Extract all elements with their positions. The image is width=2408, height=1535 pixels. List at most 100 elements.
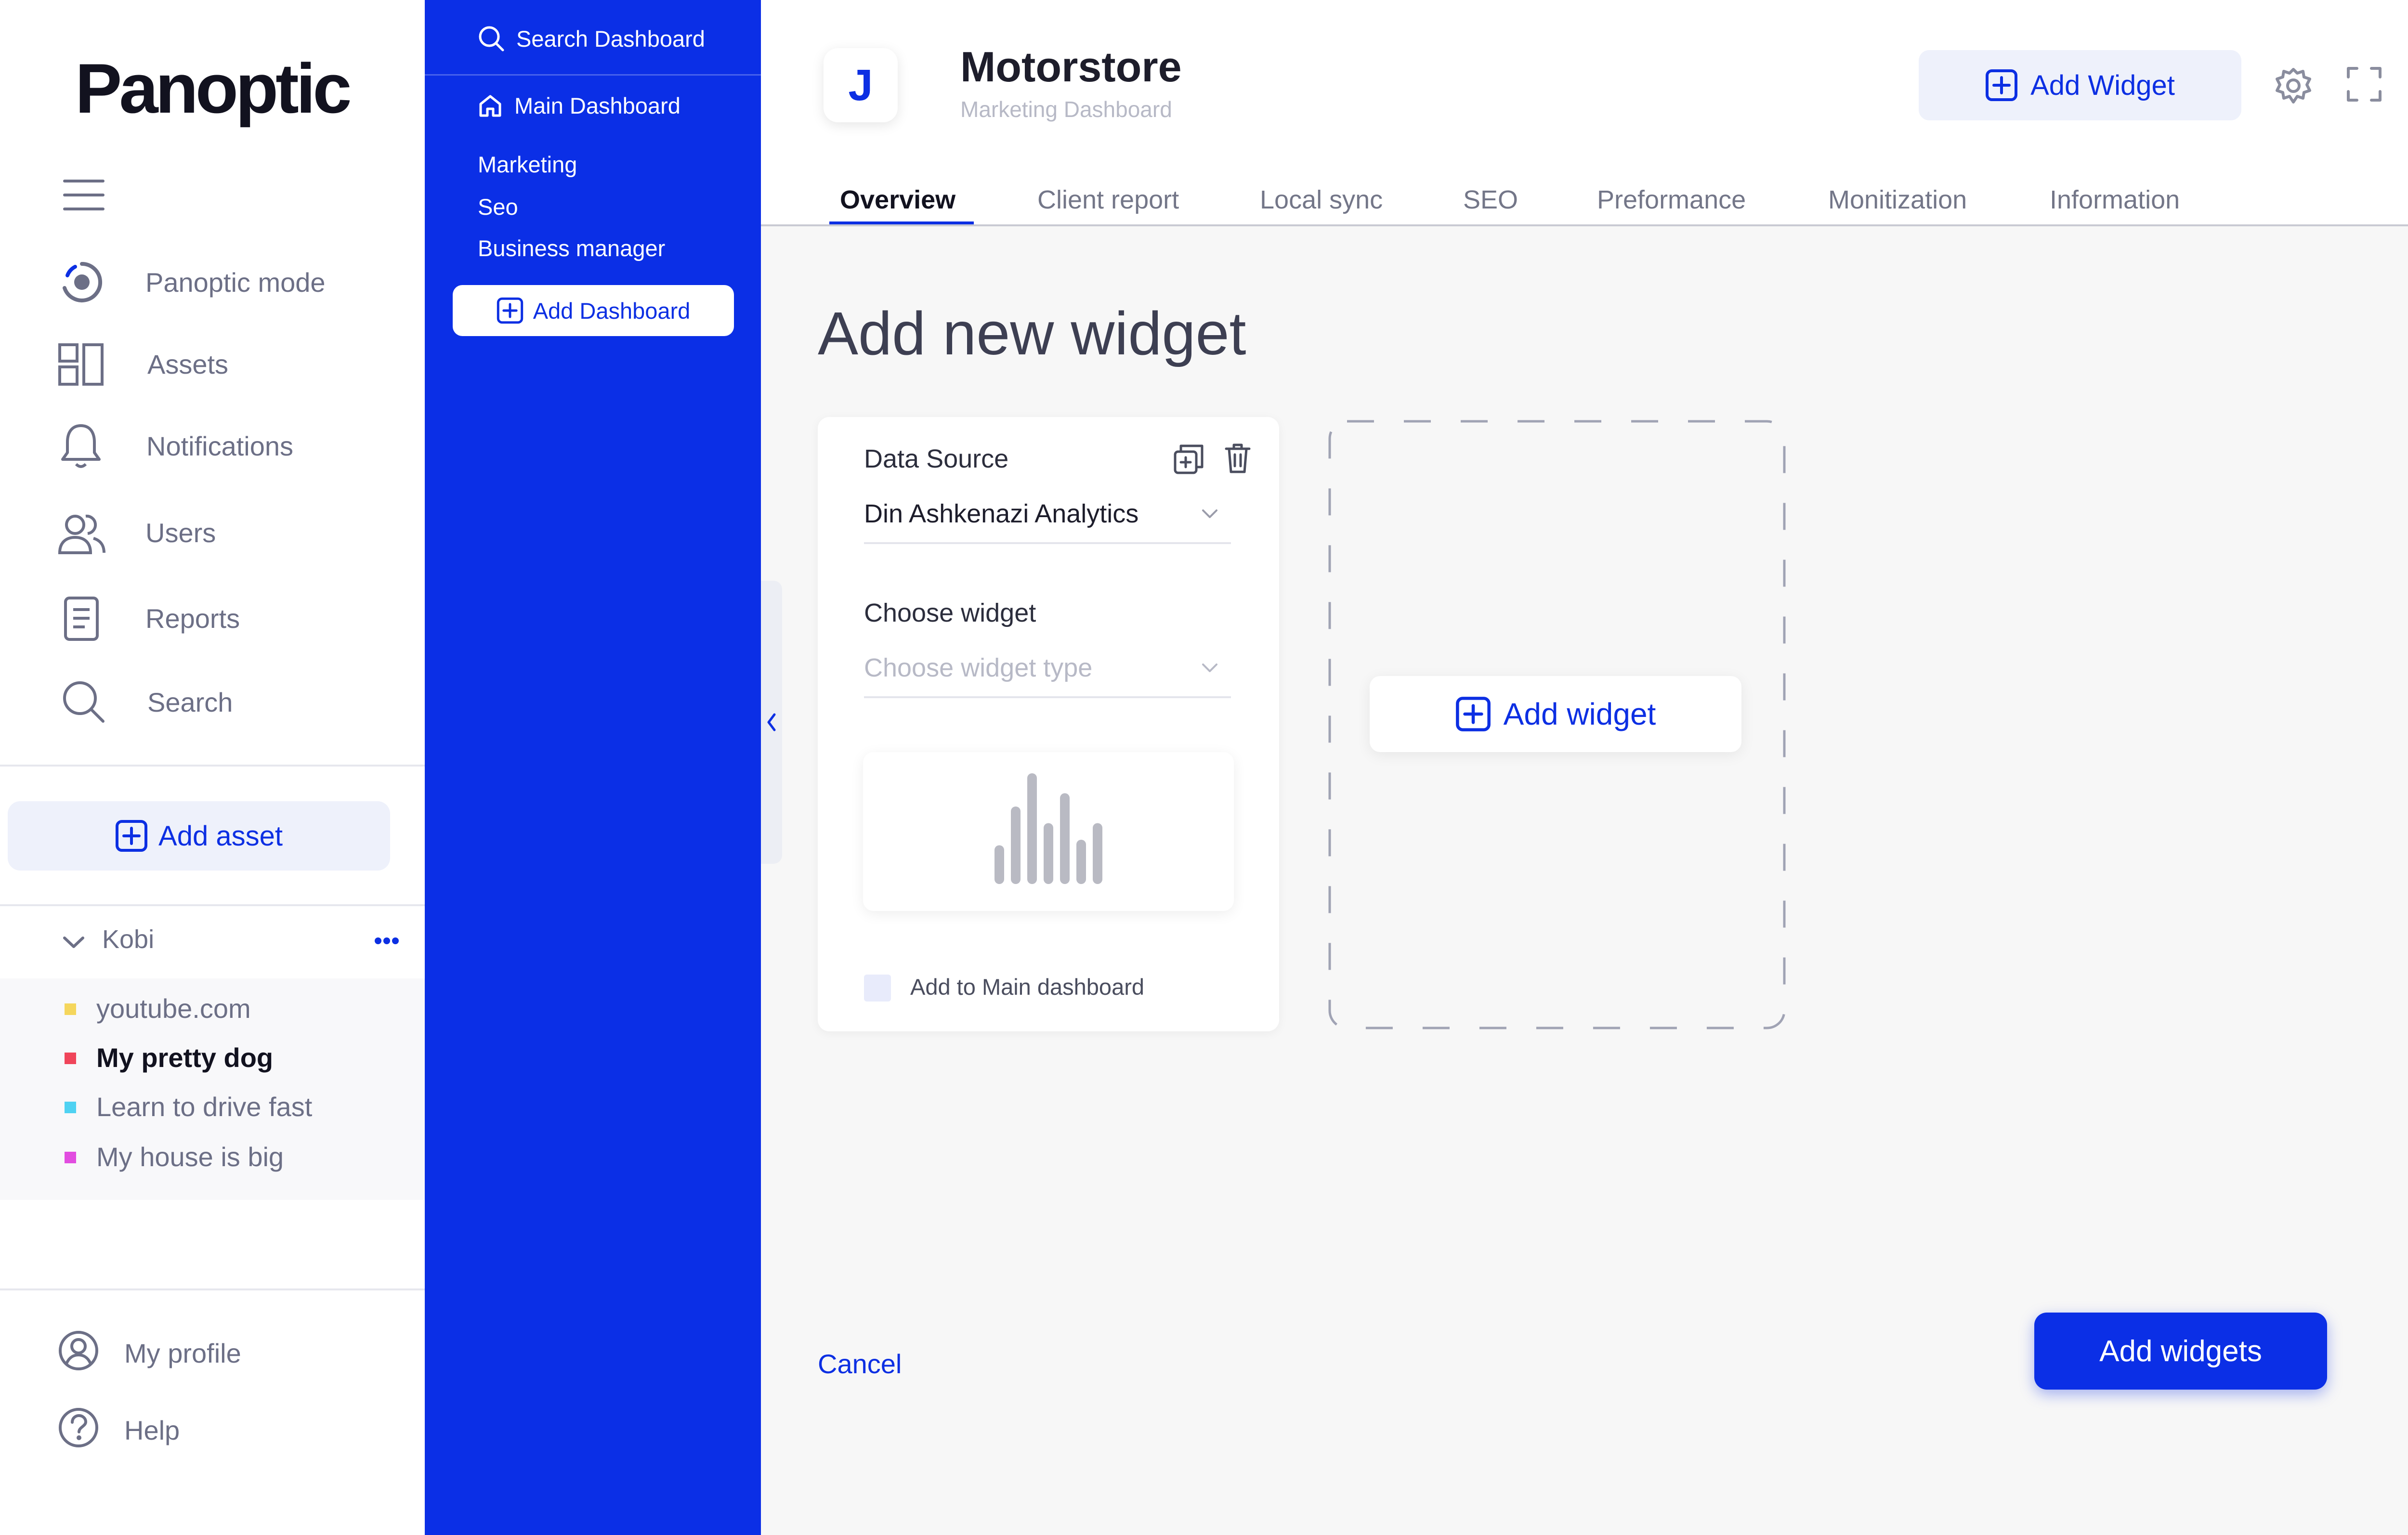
data-source-select[interactable]: Din Ashkenazi Analytics (864, 494, 1231, 544)
widget-config-card: Data Source Din Ashkenazi Analytics Choo… (818, 417, 1279, 1031)
preview-bar (1011, 807, 1021, 884)
color-dot (65, 1053, 76, 1064)
page-title: Motorstore (960, 43, 1182, 91)
asset-list: youtube.com My pretty dog Learn to drive… (0, 978, 425, 1200)
search-icon (63, 681, 105, 723)
nav-label: Reports (145, 603, 240, 634)
logo-text: Panoptic (75, 49, 352, 128)
plus-square-icon (1986, 69, 2018, 101)
active-tab-indicator (829, 221, 974, 224)
help-icon (59, 1408, 98, 1447)
nav-item-my-profile[interactable]: My profile (58, 1325, 395, 1383)
fullscreen-icon[interactable] (2346, 66, 2382, 102)
main-sidebar: Panoptic Panoptic mode Assets Notificati… (0, 0, 425, 1535)
dashboard-item-business-manager[interactable]: Business manager (478, 235, 665, 261)
tab-client-report[interactable]: Client report (1037, 185, 1179, 215)
preview-bar (1076, 840, 1086, 884)
plus-square-icon (116, 820, 148, 852)
choose-widget-select[interactable]: Choose widget type (864, 648, 1231, 698)
add-widget-label: Add widget (1503, 697, 1656, 731)
tab-monitization[interactable]: Monitization (1828, 185, 1967, 215)
asset-label: youtube.com (96, 993, 251, 1024)
data-source-value: Din Ashkenazi Analytics (864, 499, 1139, 528)
color-dot (65, 1102, 76, 1113)
nav-item-assets[interactable]: Assets (58, 335, 395, 393)
panoptic-mode-icon (63, 262, 103, 302)
widget-preview (863, 752, 1234, 911)
nav-item-help[interactable]: Help (58, 1403, 395, 1461)
add-widget-button[interactable]: Add widget (1370, 676, 1741, 752)
nav-item-reports[interactable]: Reports (58, 589, 395, 647)
users-icon (58, 514, 105, 554)
tab-overview[interactable]: Overview (840, 185, 955, 215)
assets-icon (58, 343, 104, 386)
reports-icon (64, 597, 99, 641)
page-subtitle: Marketing Dashboard (960, 97, 1172, 122)
add-to-main-checkbox[interactable] (864, 975, 891, 1002)
add-asset-label: Add asset (158, 820, 283, 852)
asset-label: Learn to drive fast (96, 1092, 313, 1122)
add-dashboard-button[interactable]: Add Dashboard (453, 285, 734, 336)
preview-bar (1060, 793, 1070, 884)
main-dashboard-link[interactable]: Main Dashboard (478, 92, 681, 119)
preview-bar-chart (995, 773, 1102, 884)
panoptic-logo[interactable]: Panoptic (75, 48, 352, 129)
nav-label: Users (145, 518, 216, 548)
home-icon (479, 95, 501, 117)
tab-preformance[interactable]: Preformance (1597, 185, 1746, 215)
nav-label: My profile (124, 1338, 241, 1368)
add-widgets-label: Add widgets (2099, 1334, 2262, 1368)
tab-seo[interactable]: SEO (1463, 185, 1518, 215)
tab-information[interactable]: Information (2050, 185, 2180, 215)
profile-icon (59, 1331, 98, 1370)
choose-widget-placeholder: Choose widget type (864, 653, 1093, 682)
chevron-down-icon (1202, 509, 1217, 518)
preview-bar (1093, 823, 1102, 884)
nav-item-search[interactable]: Search (58, 673, 395, 731)
preview-bar (995, 845, 1004, 884)
divider (0, 904, 425, 906)
add-widget-header-button[interactable]: Add Widget (1919, 50, 2241, 120)
cancel-link[interactable]: Cancel (818, 1348, 902, 1379)
avatar-letter: J (848, 60, 873, 110)
search-icon (479, 26, 504, 52)
add-dashboard-label: Add Dashboard (533, 298, 691, 324)
nav-item-notifications[interactable]: Notifications (58, 417, 395, 475)
search-dashboard-label: Search Dashboard (516, 26, 705, 52)
main-dashboard-label: Main Dashboard (514, 93, 681, 118)
chevron-down-icon (1202, 663, 1217, 672)
dashboard-item-seo[interactable]: Seo (478, 194, 518, 220)
nav-item-users[interactable]: Users (58, 504, 395, 561)
group-header-kobi[interactable]: Kobi (63, 924, 409, 958)
trash-icon[interactable] (1224, 443, 1251, 474)
hamburger-icon[interactable] (63, 178, 105, 212)
dashboard-item-marketing[interactable]: Marketing (478, 151, 577, 178)
section-title: Add new widget (818, 299, 1246, 367)
color-dot (65, 1003, 76, 1015)
more-options-icon[interactable] (375, 937, 399, 945)
search-dashboard[interactable]: Search Dashboard (478, 25, 705, 52)
group-name: Kobi (102, 925, 155, 954)
nav-label: Assets (147, 349, 229, 379)
add-widget-label: Add Widget (2030, 69, 2175, 101)
divider (425, 74, 761, 76)
nav-item-panoptic-mode[interactable]: Panoptic mode (58, 253, 395, 311)
gear-icon[interactable] (2274, 66, 2313, 105)
chevron-left-icon (767, 713, 776, 731)
bell-icon (61, 424, 101, 468)
nav-label: Panoptic mode (145, 267, 326, 298)
plus-square-icon (497, 297, 523, 324)
divider (0, 765, 425, 767)
tab-local-sync[interactable]: Local sync (1260, 185, 1383, 215)
asset-label: My house is big (96, 1142, 284, 1172)
nav-label: Notifications (146, 431, 294, 461)
avatar[interactable]: J (824, 48, 898, 122)
add-widgets-submit-button[interactable]: Add widgets (2034, 1313, 2327, 1390)
duplicate-icon[interactable] (1173, 444, 1204, 475)
preview-bar (1027, 773, 1037, 884)
collapse-panel-handle[interactable] (761, 581, 782, 864)
data-source-label: Data Source (864, 444, 1009, 473)
add-asset-button[interactable]: Add asset (8, 801, 390, 871)
asset-label: My pretty dog (96, 1042, 274, 1073)
chevron-down-icon[interactable] (63, 935, 85, 950)
